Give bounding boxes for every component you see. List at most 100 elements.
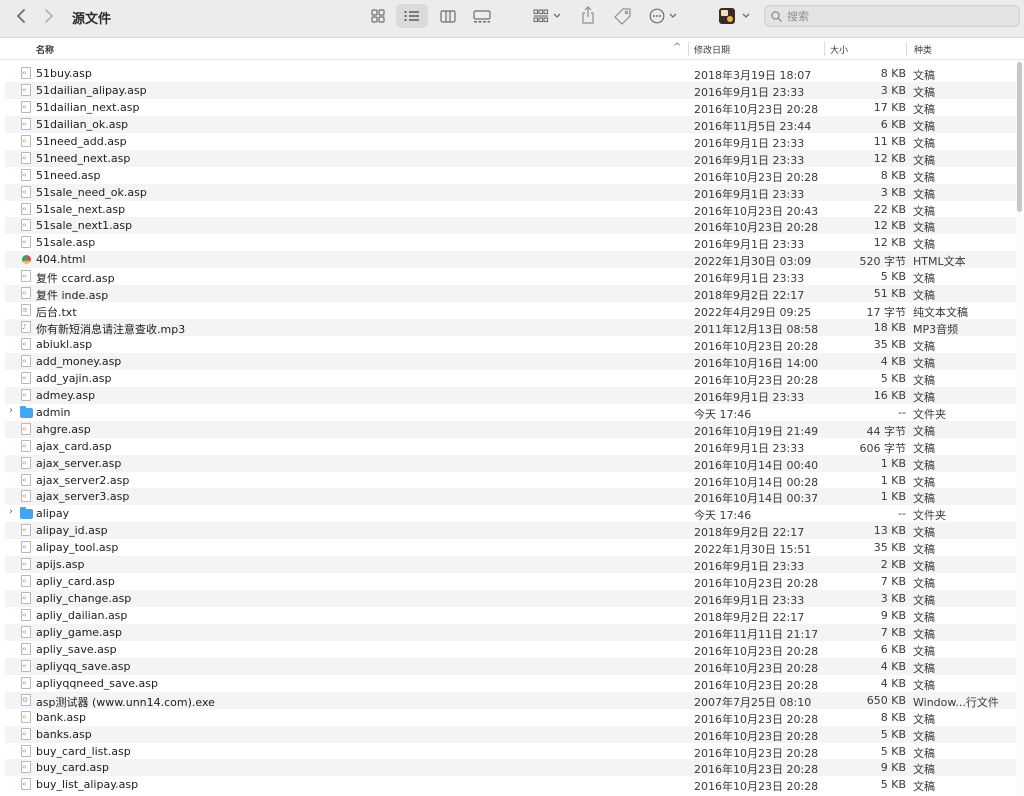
column-header-name[interactable]: 名称: [36, 43, 54, 56]
file-modified-date: 2016年10月23日 20:28: [694, 729, 819, 743]
gallery-view-button[interactable]: [470, 6, 494, 26]
more-actions-button[interactable]: [645, 6, 681, 26]
file-row[interactable]: 51sale_need_ok.asp 2016年9月1日 23:33 3 KB 文稿: [0, 183, 1016, 201]
scrollbar-thumb[interactable]: [1017, 62, 1022, 212]
file-name: ajax_server2.asp: [36, 473, 130, 487]
file-row[interactable]: 复件 ccard.asp 2016年9月1日 23:33 5 KB 文稿: [0, 268, 1016, 285]
document-shape: [21, 541, 31, 554]
icon-view-button[interactable]: [367, 6, 389, 26]
file-row[interactable]: 你有新短消息请注意查收.mp3 2011年12月13日 08:58 18 KB MP3…: [0, 319, 1016, 336]
file-modified-date: 2016年9月1日 23:33: [694, 85, 805, 99]
file-row[interactable]: buy_list_alipay.asp 2016年10月23日 20:28 5 KB…: [0, 776, 1016, 793]
column-divider[interactable]: [688, 42, 689, 56]
file-row[interactable]: buy_card.asp 2016年10月23日 20:28 9 KB 文稿: [0, 759, 1016, 776]
file-row[interactable]: alipay_id.asp 2018年9月2日 22:17 13 KB 文稿: [0, 522, 1016, 539]
file-row[interactable]: 404.html 2022年1月30日 03:09 520 字节 HTML文本: [0, 251, 1016, 268]
file-row[interactable]: abiukl.asp 2016年10月23日 20:28 35 KB 文稿: [0, 336, 1016, 353]
file-row[interactable]: alipay_tool.asp 2022年1月30日 15:51 35 KB 文稿: [0, 539, 1016, 556]
exe-file-icon: [20, 693, 32, 707]
forward-button[interactable]: [40, 6, 58, 26]
file-kind: 文稿: [913, 102, 935, 116]
search-field[interactable]: 搜索: [764, 5, 1020, 27]
disclosure-chevron-icon[interactable]: ›: [9, 405, 13, 416]
column-header-date[interactable]: 修改日期: [694, 43, 730, 56]
document-shape: [21, 473, 31, 486]
file-row[interactable]: 51dailian_alipay.asp 2016年9月1日 23:33 3 KB 文…: [0, 81, 1016, 99]
column-divider[interactable]: [906, 42, 907, 56]
asp-file-icon: [20, 710, 32, 724]
file-kind: HTML文本: [913, 255, 966, 269]
file-row[interactable]: apliy_card.asp 2016年10月23日 20:28 7 KB 文稿: [0, 573, 1016, 590]
file-row[interactable]: add_money.asp 2016年10月16日 14:00 4 KB 文稿: [0, 352, 1016, 370]
disclosure-chevron-icon[interactable]: ›: [9, 506, 13, 517]
file-row[interactable]: 51need_add.asp 2016年9月1日 23:33 11 KB 文稿: [0, 133, 1016, 150]
file-row[interactable]: 51dailian_next.asp 2016年10月23日 20:28 17 KB…: [0, 99, 1016, 116]
document-shape: [21, 117, 31, 130]
file-name: 404.html: [36, 253, 86, 267]
file-kind: 文稿: [913, 492, 935, 506]
document-shape: [21, 524, 31, 537]
file-kind: 文稿: [913, 763, 935, 777]
folder-row[interactable]: › alipay 今天 17:46 -- 文件夹: [0, 505, 1016, 522]
asp-file-icon: [20, 388, 32, 402]
file-row[interactable]: ajax_server3.asp 2016年10月14日 00:37 1 KB 文稿: [0, 488, 1016, 505]
back-button[interactable]: [12, 6, 30, 26]
file-kind: 纯文本文稿: [913, 306, 968, 320]
file-size: 11 KB: [873, 134, 906, 148]
file-row[interactable]: 后台.txt 2022年4月29日 09:25 17 字节纯文本文稿: [0, 302, 1016, 319]
asp-file-icon: [20, 270, 32, 283]
column-header-size[interactable]: 大小: [830, 43, 848, 56]
file-row[interactable]: asp测试器 (www.unn14.com).exe 2007年7月25日 08:…: [0, 691, 1016, 709]
column-divider[interactable]: [824, 42, 825, 56]
document-shape: [21, 625, 31, 638]
txt-file-icon: [20, 304, 32, 317]
file-name: apliy_game.asp: [36, 625, 123, 639]
document-shape: [21, 676, 31, 689]
file-size: 9 KB: [880, 609, 906, 622]
file-size: 650 KB: [866, 693, 906, 707]
list-view-button[interactable]: [396, 4, 428, 28]
file-row[interactable]: 51need_next.asp 2016年9月1日 23:33 12 KB 文稿: [0, 149, 1016, 167]
file-row[interactable]: apliy_save.asp 2016年10月23日 20:28 6 KB 文稿: [0, 641, 1016, 658]
tag-button[interactable]: [611, 5, 633, 27]
file-row[interactable]: 51sale_next1.asp 2016年10月23日 20:28 12 KB 文稿: [0, 217, 1016, 234]
file-name: 51need.asp: [36, 168, 101, 182]
file-kind: 文件夹: [913, 407, 946, 421]
file-row[interactable]: bank.asp 2016年10月23日 20:28 8 KB 文稿: [0, 709, 1016, 726]
share-button[interactable]: [578, 4, 598, 26]
file-row[interactable]: apliy_change.asp 2016年9月1日 23:33 3 KB 文稿: [0, 590, 1016, 607]
file-row[interactable]: apliyqq_save.asp 2016年10月23日 20:28 4 KB 文稿: [0, 657, 1016, 675]
file-name: apliy_change.asp: [36, 592, 132, 606]
file-row[interactable]: 51sale.asp 2016年9月1日 23:33 12 KB 文稿: [0, 234, 1016, 251]
gallery-icon: [473, 9, 491, 22]
file-row[interactable]: 51need.asp 2016年10月23日 20:28 8 KB 文稿: [0, 167, 1016, 184]
asp-file-icon: [20, 422, 32, 436]
file-row[interactable]: buy_card_list.asp 2016年10月23日 20:28 5 KB 文稿: [0, 743, 1016, 760]
group-button[interactable]: [531, 6, 563, 26]
file-row[interactable]: apliyqqneed_save.asp 2016年10月23日 20:28 4 K…: [0, 675, 1016, 692]
column-header-kind[interactable]: 种类: [914, 43, 932, 56]
file-row[interactable]: 51dailian_ok.asp 2016年11月5日 23:44 6 KB 文稿: [0, 115, 1016, 133]
column-view-button[interactable]: [437, 6, 459, 26]
file-row[interactable]: banks.asp 2016年10月23日 20:28 5 KB 文稿: [0, 725, 1016, 743]
file-row[interactable]: ajax_server.asp 2016年10月14日 00:40 1 KB 文稿: [0, 454, 1016, 472]
folder-row[interactable]: › admin 今天 17:46 -- 文件夹: [0, 404, 1016, 421]
open-with-app-button[interactable]: [716, 5, 752, 27]
file-row[interactable]: ajax_card.asp 2016年9月1日 23:33 606 字节文稿: [0, 438, 1016, 455]
file-row[interactable]: ajax_server2.asp 2016年10月14日 00:28 1 KB 文稿: [0, 472, 1016, 489]
file-row[interactable]: ahgre.asp 2016年10月19日 21:49 44 字节文稿: [0, 420, 1016, 438]
file-row[interactable]: 51sale_next.asp 2016年10月23日 20:43 22 KB 文稿: [0, 201, 1016, 218]
file-row[interactable]: apliy_dailian.asp 2018年9月2日 22:17 9 KB 文稿: [0, 607, 1016, 624]
file-row[interactable]: apliy_game.asp 2016年11月11日 21:17 7 KB 文稿: [0, 623, 1016, 641]
file-modified-date: 2016年10月23日 20:28: [694, 340, 819, 353]
asp-file-icon: [20, 778, 32, 791]
file-row[interactable]: apijs.asp 2016年9月1日 23:33 2 KB 文稿: [0, 556, 1016, 573]
file-row[interactable]: admey.asp 2016年9月1日 23:33 16 KB 文稿: [0, 386, 1016, 404]
asp-file-icon: [20, 117, 32, 131]
file-row[interactable]: 51buy.asp 2018年3月19日 18:07 8 KB 文稿: [0, 65, 1016, 82]
file-row[interactable]: 复件 inde.asp 2018年9月2日 22:17 51 KB 文稿: [0, 285, 1016, 302]
file-row[interactable]: add_yajin.asp 2016年10月23日 20:28 5 KB 文稿: [0, 370, 1016, 387]
document-shape: [21, 456, 31, 469]
asp-file-icon: [20, 168, 32, 182]
asp-file-icon: [20, 744, 32, 758]
